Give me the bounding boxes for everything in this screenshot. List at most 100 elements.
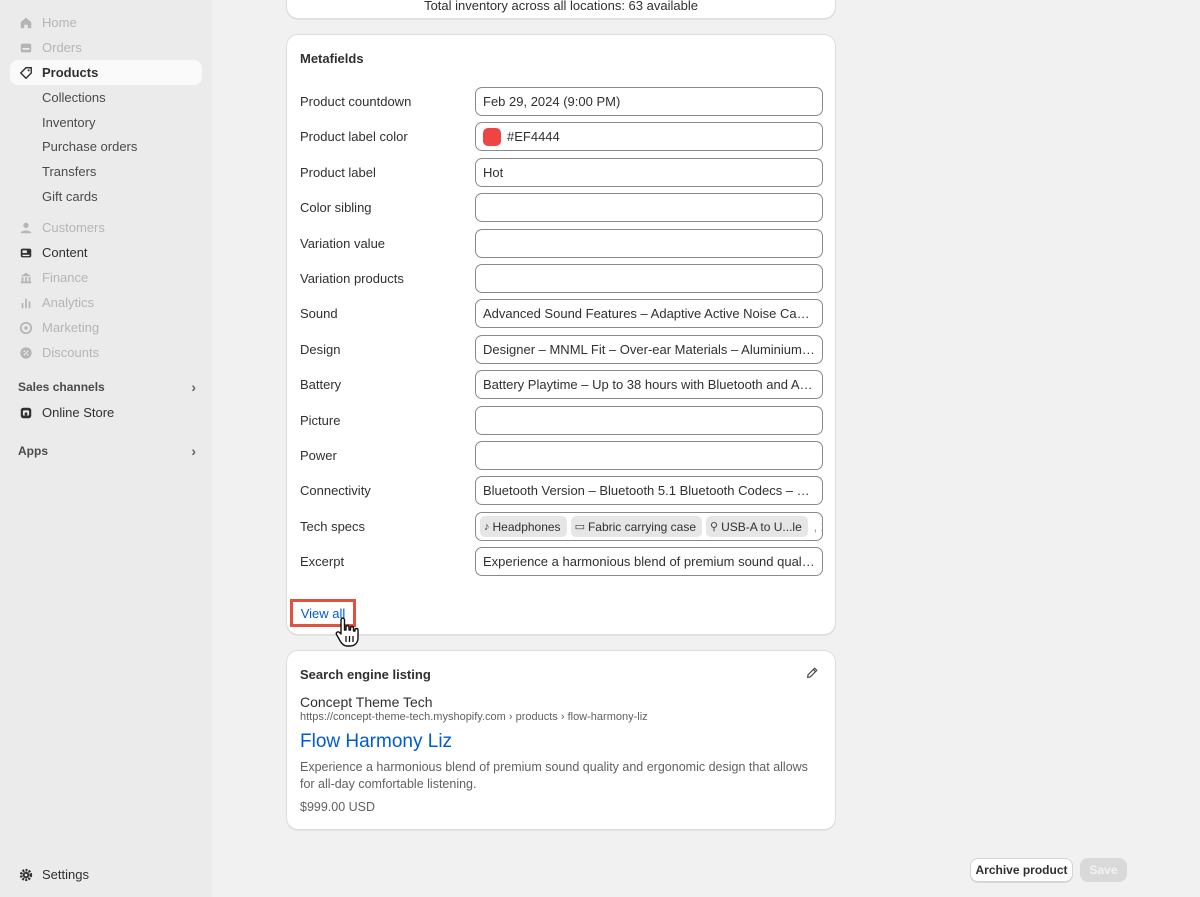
seo-url: https://concept-theme-tech.myshopify.com… bbox=[300, 711, 648, 723]
sidebar-item-label: Settings bbox=[42, 867, 89, 882]
inventory-card: Total inventory across all locations: 63… bbox=[286, 0, 836, 19]
metafield-label: Product countdown bbox=[300, 94, 412, 109]
field-value: Experience a harmonious blend of premium… bbox=[483, 554, 815, 569]
connectivity-field[interactable]: Bluetooth Version – Bluetooth 5.1 Blueto… bbox=[475, 476, 823, 505]
sidebar-item-collections[interactable]: Collections bbox=[10, 85, 202, 110]
picture-field[interactable] bbox=[475, 406, 823, 435]
sidebar: Home Orders Products Collections Invento… bbox=[0, 0, 212, 897]
person-icon bbox=[18, 220, 34, 236]
metafield-label: Connectivity bbox=[300, 483, 371, 498]
seo-card: Search engine listing Concept Theme Tech… bbox=[286, 650, 836, 830]
sidebar-item-label: Purchase orders bbox=[42, 139, 138, 154]
sidebar-item-label: Analytics bbox=[42, 295, 95, 310]
sidebar-item-orders[interactable]: Orders bbox=[10, 35, 202, 60]
sidebar-item-products[interactable]: Products bbox=[10, 60, 202, 85]
field-value: Battery Playtime – Up to 38 hours with B… bbox=[483, 377, 815, 392]
metafield-row: Variation products bbox=[300, 264, 824, 293]
metafield-row: Battery Battery Playtime – Up to 38 hour… bbox=[300, 370, 824, 399]
product-label-color-field[interactable]: #EF4444 bbox=[475, 122, 823, 151]
archive-product-button[interactable]: Archive product bbox=[970, 858, 1073, 882]
bank-icon bbox=[18, 270, 34, 286]
metafield-row: Color sibling bbox=[300, 193, 824, 222]
sidebar-item-label: Marketing bbox=[42, 320, 100, 335]
metafield-label: Color sibling bbox=[300, 200, 372, 215]
field-value: Advanced Sound Features – Adaptive Activ… bbox=[483, 306, 815, 321]
sidebar-item-label: Online Store bbox=[42, 405, 115, 420]
metafield-row: Sound Advanced Sound Features – Adaptive… bbox=[300, 299, 824, 328]
metafield-label: Power bbox=[300, 448, 337, 463]
sales-channels-label: Sales channels bbox=[18, 380, 105, 394]
content-icon bbox=[18, 245, 34, 261]
chip-label: USB-A to U...le bbox=[721, 519, 802, 534]
field-value: Bluetooth Version – Bluetooth 5.1 Blueto… bbox=[483, 483, 815, 498]
sidebar-item-label: Finance bbox=[42, 270, 89, 285]
metafield-label: Variation value bbox=[300, 236, 386, 251]
sidebar-item-label: Home bbox=[42, 15, 77, 30]
tech-specs-field[interactable]: ♪ Headphones ▭ Fabric carrying case ⚲ USB-A… bbox=[475, 512, 823, 541]
gear-icon bbox=[18, 867, 34, 883]
sidebar-item-finance[interactable]: Finance bbox=[10, 265, 202, 290]
sidebar-item-home[interactable]: Home bbox=[10, 10, 202, 35]
metafields-card: Metafields Product countdown Feb 29, 202… bbox=[286, 34, 836, 647]
color-swatch[interactable] bbox=[483, 127, 501, 146]
sidebar-item-label: Products bbox=[42, 65, 99, 80]
sidebar-item-online-store[interactable]: Online Store bbox=[10, 400, 202, 425]
sidebar-item-content[interactable]: Content bbox=[10, 240, 202, 265]
chevron-right-icon: › bbox=[191, 379, 196, 395]
sidebar-item-customers[interactable]: Customers bbox=[10, 215, 202, 240]
cable-icon: ⚲ bbox=[710, 521, 719, 533]
chip-label: Headphones bbox=[492, 519, 561, 534]
tech-spec-chip[interactable]: ⚲ USB-A to U...le bbox=[706, 516, 808, 537]
apps-header[interactable]: Apps › bbox=[18, 441, 202, 461]
sidebar-item-purchase-orders[interactable]: Purchase orders bbox=[10, 134, 202, 159]
sales-channels-header[interactable]: Sales channels › bbox=[18, 377, 202, 397]
metafield-label: Variation products bbox=[300, 271, 404, 286]
sidebar-item-label: Transfers bbox=[42, 164, 97, 179]
sidebar-item-marketing[interactable]: Marketing bbox=[10, 315, 202, 340]
orders-icon bbox=[18, 40, 34, 56]
metafield-label: Product label bbox=[300, 165, 376, 180]
field-value: Designer – MNML Fit – Over-ear Materials… bbox=[483, 342, 815, 357]
battery-field[interactable]: Battery Playtime – Up to 38 hours with B… bbox=[475, 370, 823, 399]
metafield-row: Product countdown Feb 29, 2024 (9:00 PM) bbox=[300, 87, 824, 116]
sidebar-item-settings[interactable]: Settings bbox=[10, 862, 202, 887]
sidebar-item-inventory[interactable]: Inventory bbox=[10, 110, 202, 135]
sound-field[interactable]: Advanced Sound Features – Adaptive Activ… bbox=[475, 299, 823, 328]
sidebar-item-label: Customers bbox=[42, 220, 105, 235]
save-button[interactable]: Save bbox=[1080, 858, 1127, 882]
design-field[interactable]: Designer – MNML Fit – Over-ear Materials… bbox=[475, 335, 823, 364]
edit-pencil-icon[interactable] bbox=[805, 666, 821, 682]
sidebar-item-gift-cards[interactable]: Gift cards bbox=[10, 184, 202, 209]
chip-label: Fabric carrying case bbox=[587, 519, 697, 534]
sidebar-item-discounts[interactable]: Discounts bbox=[10, 340, 202, 365]
discount-icon bbox=[18, 345, 34, 361]
sidebar-item-label: Collections bbox=[42, 90, 106, 105]
power-field[interactable] bbox=[475, 441, 823, 470]
metafield-row: Product label color #EF4444 bbox=[300, 122, 824, 151]
sidebar-item-label: Discounts bbox=[42, 345, 100, 360]
excerpt-field[interactable]: Experience a harmonious blend of premium… bbox=[475, 547, 823, 576]
metafield-row: Tech specs ♪ Headphones ▭ Fabric carrying … bbox=[300, 512, 824, 541]
tech-spec-chip[interactable]: ▭ Fabric carrying case bbox=[570, 516, 703, 537]
metafield-row: Variation value bbox=[300, 229, 824, 258]
product-countdown-field[interactable]: Feb 29, 2024 (9:00 PM) bbox=[475, 87, 823, 116]
variation-value-field[interactable] bbox=[475, 229, 823, 258]
seo-title: Search engine listing bbox=[300, 667, 431, 682]
metafield-row: Connectivity Bluetooth Version – Bluetoo… bbox=[300, 476, 824, 505]
variation-products-field[interactable] bbox=[475, 264, 823, 293]
field-value: Feb 29, 2024 (9:00 PM) bbox=[483, 94, 621, 109]
metafield-row: Power bbox=[300, 441, 824, 470]
seo-store-name: Concept Theme Tech bbox=[300, 694, 433, 710]
chip-overflow: , 1 bbox=[813, 519, 822, 534]
sidebar-item-analytics[interactable]: Analytics bbox=[10, 290, 202, 315]
headphones-icon: ♪ bbox=[484, 520, 490, 533]
sidebar-item-transfers[interactable]: Transfers bbox=[10, 159, 202, 184]
color-sibling-field[interactable] bbox=[475, 193, 823, 222]
seo-page-title[interactable]: Flow Harmony Liz bbox=[300, 731, 452, 753]
field-value: #EF4444 bbox=[507, 129, 560, 144]
metafield-label: Tech specs bbox=[300, 519, 366, 534]
apps-label: Apps bbox=[18, 444, 48, 458]
product-label-field[interactable]: Hot bbox=[475, 158, 823, 187]
tech-spec-chip[interactable]: ♪ Headphones bbox=[480, 516, 567, 537]
tag-icon bbox=[18, 65, 34, 81]
